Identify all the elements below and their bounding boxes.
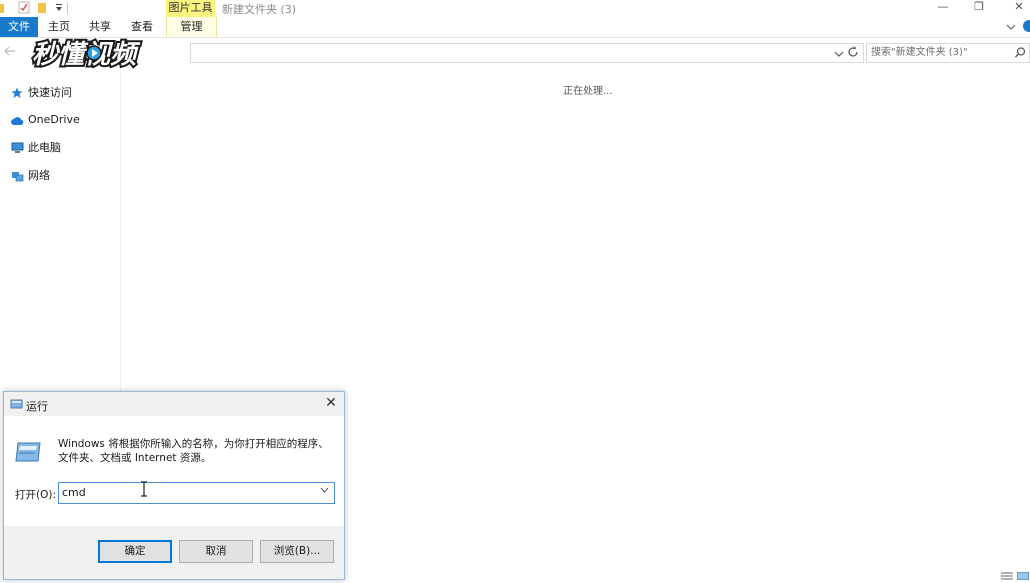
cancel-button[interactable]: 取消 <box>179 540 253 563</box>
properties-icon[interactable] <box>18 1 30 14</box>
open-label: 打开(O): <box>15 489 56 501</box>
nav-item-label: OneDrive <box>28 113 80 126</box>
picture-tools-context-label: 图片工具 <box>166 0 215 17</box>
computer-icon <box>11 142 25 154</box>
customize-quick-access-icon[interactable] <box>53 1 65 14</box>
restore-button[interactable]: ❐ <box>964 0 994 16</box>
details-view-icon[interactable] <box>1001 570 1013 580</box>
watermark-text: 秒懂视频 <box>32 40 141 70</box>
browse-button[interactable]: 浏览(B)... <box>260 540 334 563</box>
dialog-body: Windows 将根据你所输入的名称，为你打开相应的程序、文件夹、文档或 Int… <box>4 416 344 526</box>
window-title: 新建文件夹 (3) <box>222 3 297 16</box>
cloud-icon <box>11 114 25 126</box>
chevron-down-icon[interactable] <box>1006 21 1016 34</box>
title-bar: 图片工具 新建文件夹 (3) — ❐ ✕ <box>0 0 1030 17</box>
chevron-down-icon[interactable] <box>320 486 329 496</box>
watermark-logo: 秒懂视频 <box>30 33 190 73</box>
star-icon <box>11 87 25 99</box>
divider <box>67 3 68 14</box>
dialog-close-button[interactable]: ✕ <box>322 394 340 412</box>
folder-icon[interactable] <box>0 1 12 14</box>
dialog-description: Windows 将根据你所输入的名称，为你打开相应的程序、文件夹、文档或 Int… <box>58 438 329 464</box>
new-folder-icon[interactable] <box>36 1 48 14</box>
close-button[interactable]: ✕ <box>1004 0 1030 16</box>
nav-item-label: 网络 <box>28 169 50 182</box>
help-icon[interactable] <box>1022 20 1030 35</box>
nav-item-label: 快速访问 <box>28 86 72 99</box>
network-icon <box>11 170 25 182</box>
search-icon <box>1015 47 1026 65</box>
search-placeholder: 搜索"新建文件夹 (3)" <box>871 47 968 58</box>
nav-item-label: 此电脑 <box>28 141 61 154</box>
minimize-button[interactable]: — <box>928 0 958 16</box>
text-cursor-icon <box>140 481 148 501</box>
address-dropdown-icon[interactable] <box>834 48 844 61</box>
processing-status: 正在处理... <box>563 86 613 97</box>
navigation-pane: 快速访问 OneDrive 此电脑 网络 <box>0 68 121 398</box>
ok-button[interactable]: 确定 <box>98 540 172 563</box>
run-dialog: 运行 ✕ Windows 将根据你所输入的名称，为你打开相应的程序、文件夹、文档… <box>3 391 345 580</box>
search-input[interactable]: 搜索"新建文件夹 (3)" <box>866 43 1030 63</box>
run-icon <box>14 441 42 466</box>
run-app-icon <box>10 398 23 413</box>
dialog-title: 运行 <box>26 400 48 413</box>
nav-item-network[interactable]: 网络 <box>11 167 50 185</box>
nav-item-quick-access[interactable]: 快速访问 <box>11 84 72 102</box>
refresh-icon[interactable] <box>847 46 859 61</box>
nav-item-onedrive[interactable]: OneDrive <box>11 111 80 129</box>
large-icons-view-icon[interactable] <box>1016 570 1030 581</box>
open-combobox-input[interactable]: cmd <box>58 482 335 504</box>
address-bar[interactable] <box>190 43 864 63</box>
back-arrow-icon[interactable] <box>4 46 16 59</box>
nav-item-this-pc[interactable]: 此电脑 <box>11 139 61 157</box>
